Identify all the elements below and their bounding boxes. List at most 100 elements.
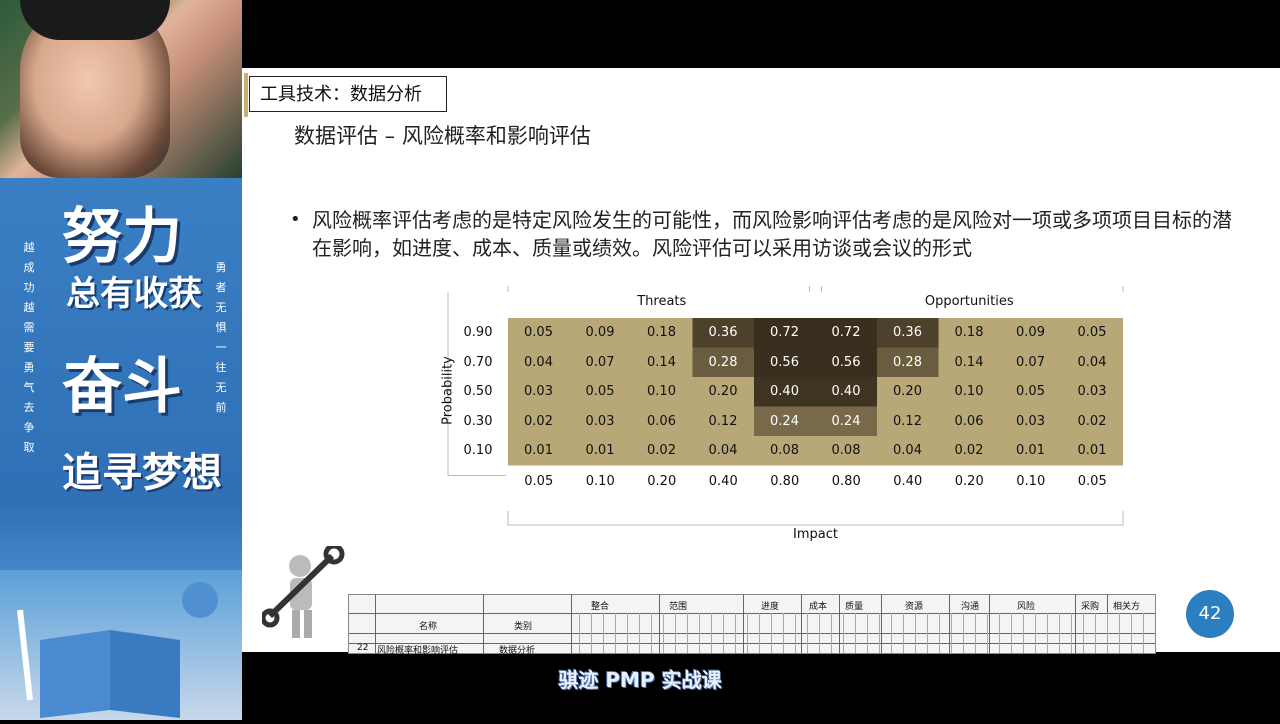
banner-big-1: 努力 [62, 202, 182, 272]
matrix-cell: 0.72 [831, 325, 861, 340]
matrix-cell: 0.05 [585, 384, 615, 399]
mini-table-header: 成本 [809, 602, 828, 612]
matrix-cell: 0.40 [770, 384, 799, 399]
matrix-cell: 0.20 [708, 384, 738, 399]
probability-impact-matrix: 0.05 0.09 0.18 0.36 0.72 0.72 0.36 0.18 0.09 0.05… [382, 286, 1142, 542]
row-label: 0.10 [463, 443, 493, 458]
banner-mid-2: 追寻梦想 [62, 449, 222, 496]
matrix-cell: 0.10 [647, 384, 676, 399]
matrix-cell: 0.02 [647, 443, 676, 458]
threats-bracket [507, 286, 810, 292]
slide-subtitle: 数据评估 – 风险概率和影响评估 [294, 124, 591, 148]
matrix-cell: 0.03 [1016, 413, 1045, 429]
matrix-cell: 0.14 [954, 354, 984, 370]
mini-table-header: 相关方 [1113, 602, 1141, 612]
matrix-cell: 0.05 [1016, 384, 1045, 399]
matrix-cell: 0.18 [647, 325, 676, 340]
column-label: 0.10 [585, 473, 615, 489]
matrix-cell: 0.06 [954, 413, 984, 429]
matrix-cell: 0.01 [1077, 443, 1107, 458]
opportunities-bracket [821, 286, 1124, 292]
book-icon [17, 582, 218, 718]
matrix-cell: 0.01 [585, 443, 615, 458]
mini-table-header: 资源 [905, 602, 924, 612]
impact-axis-label: Impact [793, 527, 838, 542]
slide-title-box: 工具技术：数据分析 [244, 73, 447, 117]
column-label: 0.40 [893, 473, 923, 489]
mini-table-header: 风险 [1017, 602, 1036, 612]
matrix-cell: 0.01 [524, 443, 553, 458]
column-label: 0.80 [770, 473, 800, 489]
matrix-cell: 0.04 [893, 443, 922, 458]
matrix-cell: 0.72 [770, 325, 799, 340]
column-label: 0.80 [831, 473, 861, 489]
matrix-cell: 0.03 [524, 384, 553, 399]
process-mapping-table: 名称 类别 整合 范围 进度 成本 质量 资源 沟通 风险 采购 相关方 22 风险概率和影响评估 数据分析 [348, 594, 1156, 656]
matrix-cell: 0.02 [954, 443, 984, 458]
matrix-cell: 0.56 [770, 354, 799, 370]
row-label: 0.50 [463, 384, 493, 399]
row-label: 0.70 [463, 354, 493, 370]
left-vertical-text: 越成功越需要勇气去争取 [23, 241, 35, 454]
right-vertical-text: 勇者无惧一往无前 [215, 261, 227, 414]
matrix-cell: 0.09 [1016, 325, 1045, 340]
slide: 工具技术：数据分析 数据评估 – 风险概率和影响评估 • 风险概率评估考虑的是特… [242, 68, 1280, 656]
mini-table-header: 范围 [669, 602, 688, 612]
bullet-text: 风险概率评估考虑的是特定风险发生的可能性，而风险影响评估考虑的是风险对一项或多项… [312, 208, 1232, 260]
mini-table-header: 整合 [591, 602, 610, 612]
mini-table-cell: 风险概率和影响评估 [377, 646, 459, 656]
column-label: 0.20 [954, 473, 984, 489]
matrix-cell: 0.03 [585, 413, 615, 429]
left-panel: 努力 总有收获 奋斗 追寻梦想 越成功越需要勇气去争取 勇者无惧一往无前 [0, 0, 242, 720]
banner-mid-1: 总有收获 [66, 274, 202, 314]
webcam-video [0, 0, 242, 178]
matrix-cell: 0.56 [831, 354, 861, 370]
row-label: 0.30 [463, 413, 493, 429]
matrix-cell: 0.40 [831, 384, 861, 399]
mini-table-header: 沟通 [961, 602, 980, 612]
matrix-cell: 0.06 [647, 413, 676, 429]
matrix-cell: 0.07 [1016, 354, 1045, 370]
matrix-cell: 0.28 [708, 354, 738, 370]
column-label: 0.05 [1077, 473, 1107, 489]
probability-axis-label: Probability [440, 356, 456, 425]
page-number-badge: 42 [1186, 590, 1234, 638]
matrix-cell: 0.12 [708, 413, 738, 429]
matrix-cell: 0.09 [585, 325, 615, 340]
opportunities-label: Opportunities [924, 294, 1014, 309]
wrench-figure-icon [260, 543, 352, 646]
matrix-cell: 0.10 [954, 384, 984, 399]
matrix-cell: 0.24 [831, 413, 861, 429]
matrix-cell: 0.28 [893, 354, 922, 370]
slide-title: 工具技术：数据分析 [260, 84, 422, 105]
mini-table-cell: 数据分析 [499, 646, 536, 656]
impact-bracket [507, 511, 1124, 526]
video-caption: 骐迹 PMP 实战课 [558, 668, 722, 692]
mini-table-header: 名称 [419, 622, 438, 632]
threats-label: Threats [637, 294, 687, 309]
book-illustration [0, 570, 242, 720]
row-label: 0.90 [463, 325, 493, 340]
matrix-cell: 0.24 [770, 413, 799, 429]
matrix-cell: 0.05 [1077, 325, 1107, 340]
matrix-cell: 0.08 [831, 443, 861, 458]
column-label: 0.05 [524, 473, 554, 489]
bullet-dot-icon: • [290, 209, 301, 230]
matrix-cell: 0.14 [647, 354, 676, 370]
matrix-cell: 0.36 [893, 325, 922, 340]
mini-table-header: 质量 [845, 602, 864, 612]
matrix-cell: 0.07 [585, 354, 615, 370]
mini-table-cell: 22 [357, 643, 369, 653]
column-label: 0.10 [1016, 473, 1046, 489]
matrix-cell: 0.04 [708, 443, 738, 458]
matrix-cell: 0.36 [708, 325, 738, 340]
matrix-cell: 0.05 [524, 325, 553, 340]
matrix-cell: 0.12 [893, 413, 922, 429]
mini-table-header: 类别 [514, 622, 533, 632]
matrix-cell: 0.08 [770, 443, 799, 458]
column-label: 0.40 [708, 473, 738, 489]
mini-table-header: 进度 [761, 602, 780, 612]
matrix-cell: 0.02 [1077, 413, 1107, 429]
matrix-cell: 0.04 [524, 354, 553, 370]
matrix-cell: 0.02 [524, 413, 553, 429]
